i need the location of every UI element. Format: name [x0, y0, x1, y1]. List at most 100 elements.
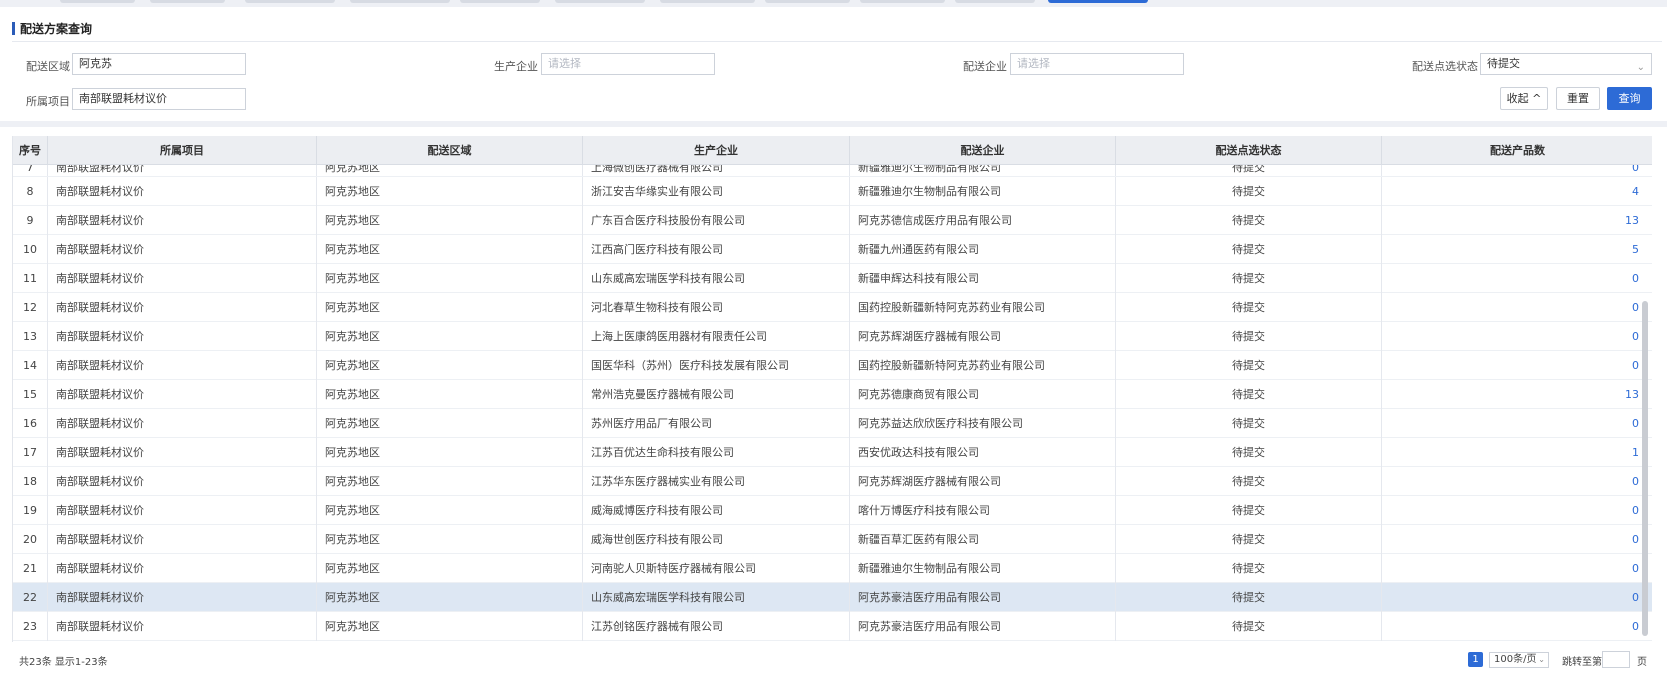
tab-stub[interactable] [245, 0, 335, 3]
project-label: 所属项目 [26, 95, 70, 108]
cell-no: 23 [13, 612, 48, 641]
header-cell-status[interactable]: 配送点选状态 [1116, 136, 1382, 165]
table-row[interactable]: 22 南部联盟耗材议价 阿克苏地区 山东威高宏瑞医学科技有限公司 阿克苏豪洁医疗用品有限… [13, 583, 1652, 612]
cell-status: 待提交 [1116, 380, 1382, 409]
section-divider [0, 121, 1667, 127]
cell-project: 南部联盟耗材议价 [48, 438, 317, 467]
tab-stub[interactable] [150, 0, 225, 3]
cell-count-link[interactable]: 0 [1382, 496, 1652, 525]
cell-project: 南部联盟耗材议价 [48, 612, 317, 641]
cell-count-link[interactable]: 0 [1382, 165, 1652, 176]
tab-stub[interactable] [955, 0, 1035, 3]
table-row[interactable]: 11 南部联盟耗材议价 阿克苏地区 山东威高宏瑞医学科技有限公司 新疆申辉达科技有限公司… [13, 264, 1652, 293]
page-size-select[interactable]: 100条/页 ⌄ [1489, 652, 1549, 668]
tab-stub[interactable] [765, 0, 850, 3]
cell-area: 阿克苏地区 [317, 322, 583, 351]
cell-count-link[interactable]: 13 [1382, 206, 1652, 235]
cell-status: 待提交 [1116, 264, 1382, 293]
cell-producer: 江西高门医疗科技有限公司 [583, 235, 850, 264]
cell-status: 待提交 [1116, 496, 1382, 525]
cell-area: 阿克苏地区 [317, 351, 583, 380]
cell-count-link[interactable]: 5 [1382, 235, 1652, 264]
cell-no: 21 [13, 554, 48, 583]
tab-stub[interactable] [555, 0, 645, 3]
table-scrollbar[interactable] [1642, 301, 1648, 636]
table-row[interactable]: 16 南部联盟耗材议价 阿克苏地区 苏州医疗用品厂有限公司 阿克苏益达欣欣医疗科技有限公… [13, 409, 1652, 438]
cell-producer: 威海世创医疗科技有限公司 [583, 525, 850, 554]
collapse-button[interactable]: 收起 ^ [1500, 87, 1548, 110]
tab-stub-active[interactable] [1048, 0, 1148, 3]
query-button[interactable]: 查询 [1607, 87, 1652, 110]
cell-status: 待提交 [1116, 438, 1382, 467]
table-row[interactable]: 15 南部联盟耗材议价 阿克苏地区 常州浩克曼医疗器械有限公司 阿克苏德康商贸有限公司待… [13, 380, 1652, 409]
cell-producer: 国医华科（苏州）医疗科技发展有限公司 [583, 351, 850, 380]
cell-count-link[interactable]: 0 [1382, 583, 1652, 612]
goto-label: 跳转至第 [1562, 657, 1602, 668]
header-cell-count[interactable]: 配送产品数 [1382, 136, 1652, 165]
page-number-current[interactable]: 1 [1468, 652, 1483, 667]
table-row[interactable]: 12 南部联盟耗材议价 阿克苏地区 河北春草生物科技有限公司 国药控股新疆新特阿克苏药业… [13, 293, 1652, 322]
tab-stub[interactable] [60, 0, 135, 3]
cell-status: 待提交 [1116, 525, 1382, 554]
table-row[interactable]: 10 南部联盟耗材议价 阿克苏地区 江西高门医疗科技有限公司 新疆九州通医药有限公司 待提… [13, 235, 1652, 264]
status-select[interactable]: 待提交 ⌄ [1480, 53, 1652, 75]
table-row[interactable]: 23 南部联盟耗材议价 阿克苏地区 江苏创铭医疗器械有限公司 阿克苏豪洁医疗用品有限公司… [13, 612, 1652, 641]
cell-count-link[interactable]: 1 [1382, 438, 1652, 467]
distributor-select[interactable]: 请选择 [1010, 53, 1184, 75]
cell-no: 9 [13, 206, 48, 235]
table-row[interactable]: 20 南部联盟耗材议价 阿克苏地区 威海世创医疗科技有限公司 新疆百草汇医药有限公司 待提… [13, 525, 1652, 554]
table-row[interactable]: 8 南部联盟耗材议价 阿克苏地区 浙江安吉华缘实业有限公司 新疆雅迪尔生物制品有限公司待… [13, 177, 1652, 206]
top-tab-strip [0, 0, 1667, 7]
cell-distributor: 国药控股新疆新特阿克苏药业有限公司 [850, 351, 1116, 380]
area-input[interactable]: 阿克苏 [72, 53, 246, 75]
cell-distributor: 阿克苏益达欣欣医疗科技有限公司 [850, 409, 1116, 438]
table-row-partial[interactable]: 7 南部联盟耗材议价 阿克苏地区 上海微创医疗器械有限公司 新疆雅迪尔生物制品有… [13, 165, 1652, 177]
table-row[interactable]: 19 南部联盟耗材议价 阿克苏地区 威海威博医疗科技有限公司 喀什万博医疗科技有限公司待… [13, 496, 1652, 525]
cell-count-link[interactable]: 0 [1382, 351, 1652, 380]
header-cell-project[interactable]: 所属项目 [48, 136, 317, 165]
distributor-label: 配送企业 [963, 60, 1007, 73]
cell-status: 待提交 [1116, 322, 1382, 351]
table-row[interactable]: 13 南部联盟耗材议价 阿克苏地区 上海上医康鸽医用器材有限责任公司 阿克苏辉湖医疗器械… [13, 322, 1652, 351]
cell-project: 南部联盟耗材议价 [48, 165, 317, 176]
reset-button[interactable]: 重置 [1556, 87, 1600, 110]
header-cell-distributor[interactable]: 配送企业 [850, 136, 1116, 165]
cell-count-link[interactable]: 4 [1382, 177, 1652, 206]
cell-status: 待提交 [1116, 467, 1382, 496]
table-row[interactable]: 18 南部联盟耗材议价 阿克苏地区 江苏华东医疗器械实业有限公司 阿克苏辉湖医疗器械有限… [13, 467, 1652, 496]
cell-status: 待提交 [1116, 554, 1382, 583]
cell-count-link[interactable]: 0 [1382, 467, 1652, 496]
cell-producer: 上海上医康鸽医用器材有限责任公司 [583, 322, 850, 351]
producer-select[interactable]: 请选择 [541, 53, 715, 75]
table-row[interactable]: 17 南部联盟耗材议价 阿克苏地区 江苏百优达生命科技有限公司 西安优政达科技有限公司待… [13, 438, 1652, 467]
tab-stub[interactable] [350, 0, 450, 3]
tab-stub[interactable] [660, 0, 755, 3]
cell-project: 南部联盟耗材议价 [48, 206, 317, 235]
header-cell-area[interactable]: 配送区域 [317, 136, 583, 165]
tab-stub[interactable] [460, 0, 540, 3]
cell-producer: 苏州医疗用品厂有限公司 [583, 409, 850, 438]
cell-count-link[interactable]: 0 [1382, 322, 1652, 351]
table-row[interactable]: 21 南部联盟耗材议价 阿克苏地区 河南驼人贝斯特医疗器械有限公司 新疆雅迪尔生物制品有… [13, 554, 1652, 583]
table-row[interactable]: 9 南部联盟耗材议价 阿克苏地区 广东百合医疗科技股份有限公司 阿克苏德信成医疗用品有限… [13, 206, 1652, 235]
record-summary: 共23条 显示1-23条 [19, 657, 108, 668]
header-cell-producer[interactable]: 生产企业 [583, 136, 850, 165]
cell-producer: 江苏华东医疗器械实业有限公司 [583, 467, 850, 496]
cell-count-link[interactable]: 0 [1382, 525, 1652, 554]
cell-count-link[interactable]: 13 [1382, 380, 1652, 409]
project-input[interactable]: 南部联盟耗材议价 [72, 88, 246, 110]
goto-page-input[interactable] [1602, 651, 1630, 668]
cell-status: 待提交 [1116, 612, 1382, 641]
cell-count-link[interactable]: 0 [1382, 293, 1652, 322]
chevron-down-icon: ⌄ [1538, 655, 1545, 664]
cell-count-link[interactable]: 0 [1382, 409, 1652, 438]
table-row[interactable]: 14 南部联盟耗材议价 阿克苏地区 国医华科（苏州）医疗科技发展有限公司 国药控股新疆新… [13, 351, 1652, 380]
title-accent-bar [12, 21, 15, 35]
cell-count-link[interactable]: 0 [1382, 612, 1652, 641]
header-cell-no[interactable]: 序号 [13, 136, 48, 165]
cell-project: 南部联盟耗材议价 [48, 380, 317, 409]
cell-count-link[interactable]: 0 [1382, 554, 1652, 583]
tab-stub[interactable] [860, 0, 945, 3]
cell-count-link[interactable]: 0 [1382, 264, 1652, 293]
table-body: 7 南部联盟耗材议价 阿克苏地区 上海微创医疗器械有限公司 新疆雅迪尔生物制品有… [13, 165, 1652, 641]
